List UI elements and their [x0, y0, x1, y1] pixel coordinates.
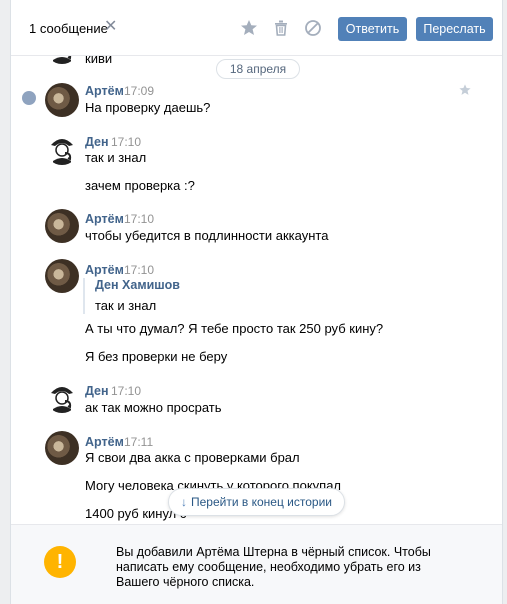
blacklist-notice: ! Вы добавили Артёма Штерна в чёрный спи…	[11, 524, 502, 604]
message-time[interactable]: 17:10	[111, 384, 141, 398]
message-text: На проверку даешь?	[85, 100, 211, 115]
sherlock-avatar-icon	[51, 387, 73, 413]
star-icon[interactable]	[239, 18, 259, 38]
avatar[interactable]	[45, 56, 79, 64]
goto-end-label: Перейти в конец истории	[191, 495, 332, 509]
message-text: так и знал	[85, 150, 147, 165]
forwarded-message[interactable]: Ден Хамишов так и знал	[83, 278, 180, 314]
star-icon[interactable]	[458, 83, 472, 97]
message-text: киви	[85, 56, 113, 66]
message-text: Я свои два акка с проверками брал	[85, 450, 300, 465]
message-text: ак так можно просрать	[85, 400, 222, 415]
message-author[interactable]: Артём	[85, 263, 124, 277]
notice-text: Вы добавили Артёма Штерна в чёрный списо…	[116, 545, 431, 589]
sherlock-avatar-icon	[51, 139, 73, 165]
forwarded-author[interactable]: Ден Хамишов	[95, 278, 180, 292]
reply-button[interactable]: Ответить	[338, 17, 407, 41]
avatar[interactable]	[45, 209, 79, 243]
message-text: чтобы убедится в подлинности аккаунта	[85, 228, 329, 243]
message-text: зачем проверка :?	[85, 178, 195, 193]
message-time[interactable]: 17:11	[124, 435, 153, 449]
message-time[interactable]: 17:09	[124, 84, 154, 98]
date-divider: 18 апреля	[216, 59, 300, 79]
close-icon[interactable]: ✕	[104, 18, 120, 36]
arrow-down-icon: ↓	[181, 495, 187, 509]
selection-count: 1 сообщение	[29, 21, 108, 36]
message-author[interactable]: Ден	[85, 135, 109, 149]
goto-end-button[interactable]: ↓ Перейти в конец истории	[168, 488, 345, 516]
message-text: Я без проверки не беру	[85, 349, 228, 364]
avatar[interactable]	[45, 259, 79, 293]
message-text: А ты что думал? Я тебе просто так 250 ру…	[85, 321, 384, 336]
message-author[interactable]: Артём	[85, 212, 124, 226]
warning-icon: !	[44, 546, 76, 578]
message-panel: 1 сообщение ✕ Ответить Переслать киви 18…	[10, 0, 503, 604]
message-time[interactable]: 17:10	[124, 263, 154, 277]
avatar[interactable]	[45, 379, 79, 413]
avatar[interactable]	[45, 83, 79, 117]
forward-button[interactable]: Переслать	[416, 17, 493, 41]
block-icon[interactable]	[303, 18, 323, 38]
selection-toolbar: 1 сообщение ✕ Ответить Переслать	[11, 0, 502, 56]
message-time[interactable]: 17:10	[111, 135, 141, 149]
message-time[interactable]: 17:10	[124, 212, 154, 226]
message-author[interactable]: Ден	[85, 384, 109, 398]
sherlock-avatar-icon	[53, 56, 72, 64]
avatar[interactable]	[45, 131, 79, 165]
message-author[interactable]: Артём	[85, 435, 124, 449]
selected-check-icon[interactable]	[22, 91, 36, 105]
avatar[interactable]	[45, 431, 79, 465]
forwarded-text: так и знал	[95, 298, 157, 313]
trash-icon[interactable]	[271, 18, 291, 38]
message-history[interactable]: киви 18 апреля Артём 17:09 На проверку д…	[11, 56, 502, 524]
message-author[interactable]: Артём	[85, 84, 124, 98]
